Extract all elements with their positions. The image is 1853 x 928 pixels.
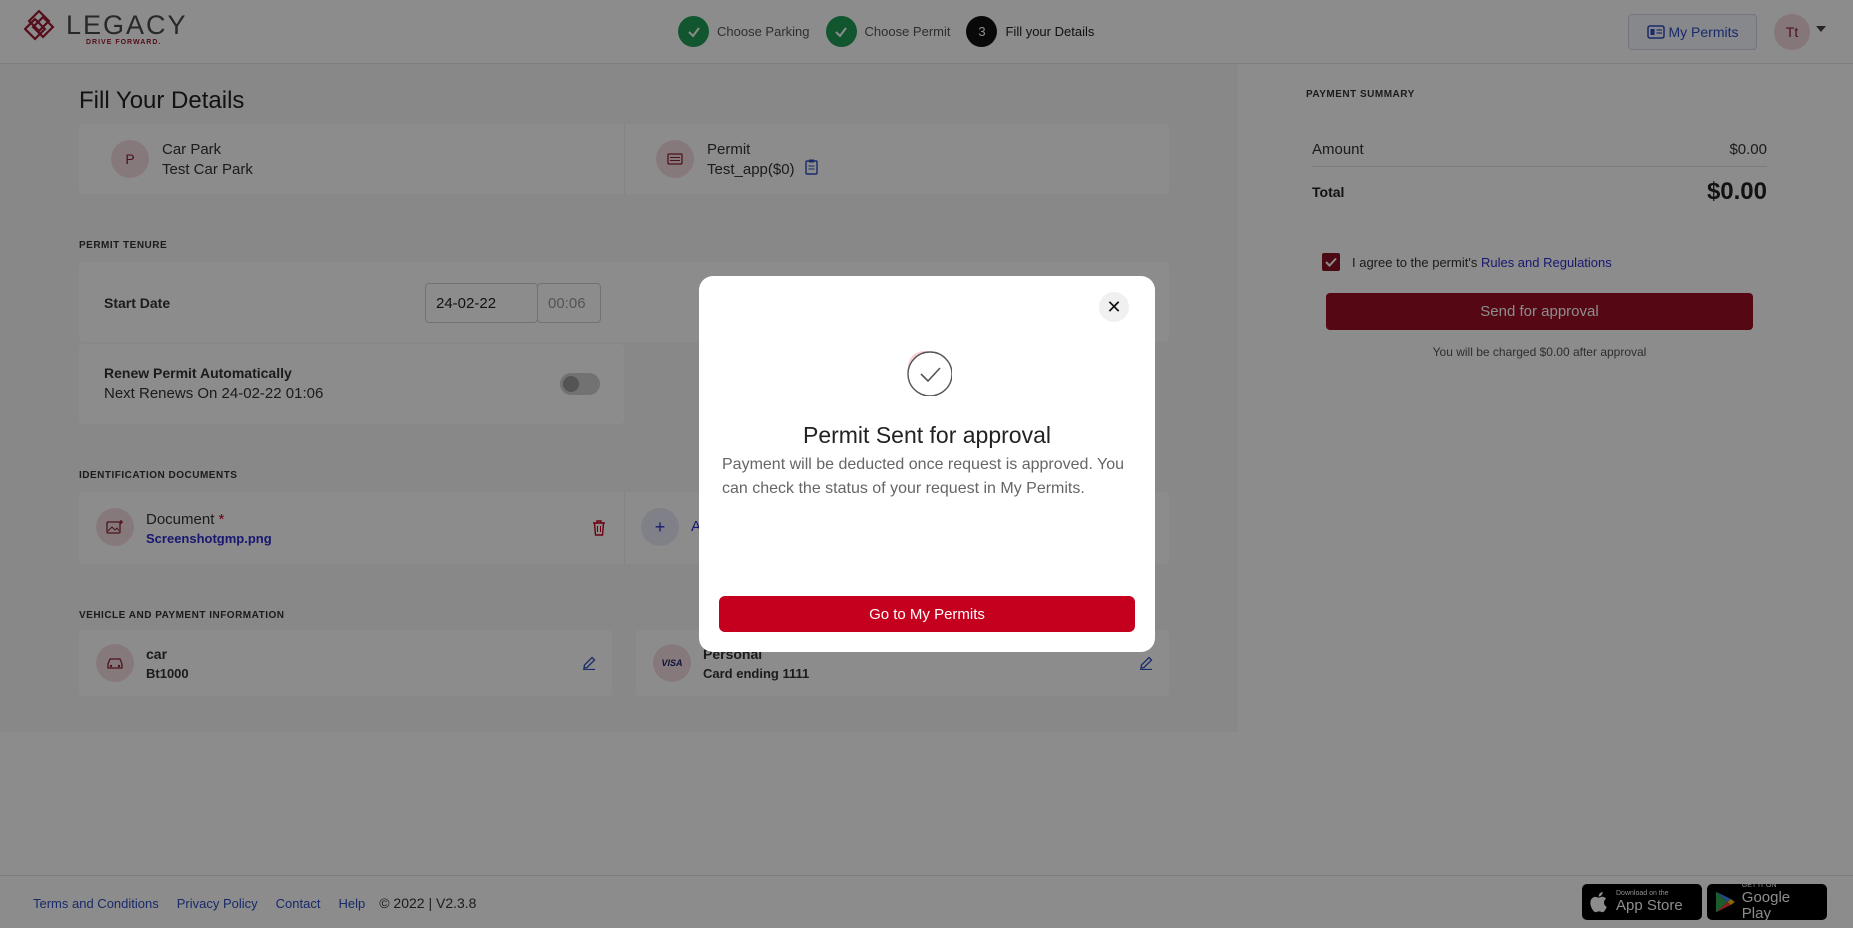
success-check-icon bbox=[907, 351, 952, 396]
modal-title: Permit Sent for approval bbox=[802, 422, 1051, 448]
approval-modal: ✕ Permit Sent for approval Payment will … bbox=[699, 276, 1155, 652]
modal-message: Payment will be deducted once request is… bbox=[722, 456, 1125, 497]
close-icon[interactable]: ✕ bbox=[1099, 292, 1129, 322]
go-to-my-permits-button[interactable]: Go to My Permits bbox=[719, 596, 1135, 632]
